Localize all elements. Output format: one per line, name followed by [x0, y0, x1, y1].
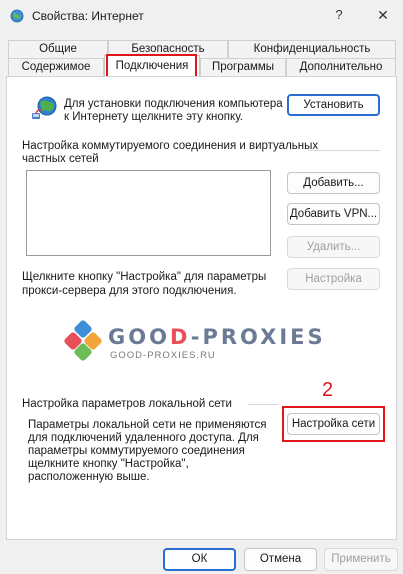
close-button[interactable]: ✕ [374, 6, 392, 24]
lan-heading: Настройка параметров локальной сети [22, 398, 232, 410]
tab-programs[interactable]: Программы [200, 58, 286, 76]
globe-network-icon [32, 96, 57, 119]
logo-text-d: D [169, 325, 191, 349]
window-title: Свойства: Интернет [32, 9, 144, 23]
add-vpn-button[interactable]: Добавить VPN... [287, 203, 380, 225]
lan-text-line4: щелкните кнопку "Настройка", [28, 458, 189, 470]
proxy-hint-line1: Щелкните кнопку "Настройка" для параметр… [22, 271, 267, 283]
dialup-heading-line2: частных сетей [22, 153, 99, 165]
proxy-hint-line2: прокси-сервера для этого подключения. [22, 285, 237, 297]
section-divider [308, 150, 380, 151]
connections-listbox[interactable] [26, 170, 271, 256]
internet-options-icon [10, 9, 24, 23]
good-proxies-logo-text: GOOD-PROXIES [108, 326, 326, 348]
logo-text-goo: GOO [108, 325, 170, 349]
lan-text-line5: расположенную выше. [28, 471, 150, 483]
dialup-settings-button[interactable]: Настройка [287, 268, 380, 290]
setup-text-line2: к Интернету щелкните эту кнопку. [64, 111, 243, 123]
lan-text-line1: Параметры локальной сети не применяются [28, 419, 267, 431]
setup-button[interactable]: Установить [287, 94, 380, 116]
lan-text-line2: для подключений удаленного доступа. Для [28, 432, 259, 444]
tab-advanced[interactable]: Дополнительно [286, 58, 396, 76]
help-button[interactable]: ? [330, 6, 348, 24]
good-proxies-logo-icon [64, 320, 102, 361]
logo-text-proxies: -PROXIES [190, 325, 326, 349]
annotation-box-2 [282, 406, 385, 442]
cancel-button[interactable]: Отмена [244, 548, 317, 571]
apply-button[interactable]: Применить [324, 548, 398, 571]
tab-privacy[interactable]: Конфиденциальность [228, 40, 396, 58]
lan-divider [248, 404, 278, 405]
annotation-step-2: 2 [322, 379, 334, 401]
ok-button[interactable]: ОК [163, 548, 236, 571]
remove-button[interactable]: Удалить... [287, 236, 380, 258]
good-proxies-logo-subtitle: GOOD-PROXIES.RU [110, 350, 216, 361]
tab-content[interactable]: Содержимое [8, 58, 104, 76]
lan-text-line3: параметры коммутируемого соединения [28, 445, 245, 457]
setup-text-line1: Для установки подключения компьютера [64, 98, 283, 110]
tab-general[interactable]: Общие [8, 40, 108, 58]
dialup-heading-line1: Настройка коммутируемого соединения и ви… [22, 140, 319, 152]
annotation-box-1 [106, 54, 197, 78]
add-button[interactable]: Добавить... [287, 172, 380, 194]
